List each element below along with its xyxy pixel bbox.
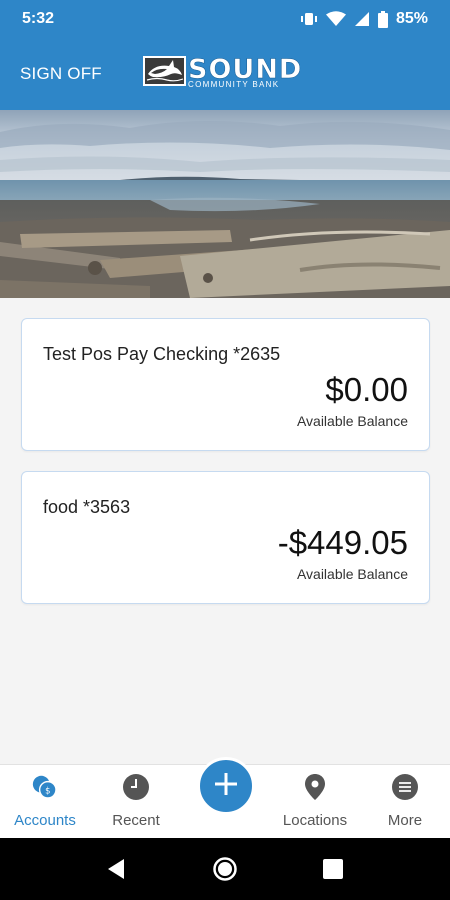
- orca-logo-icon: [143, 56, 186, 86]
- battery-percent: 85%: [395, 10, 428, 27]
- logo-word: SOUND: [188, 54, 303, 85]
- account-balance: $0.00: [325, 371, 408, 408]
- battery-icon: [377, 10, 388, 28]
- account-balance: -$449.05: [277, 524, 408, 561]
- clock-icon: [122, 773, 150, 801]
- system-nav-bar: [0, 838, 450, 900]
- location-pin-icon: [301, 773, 329, 801]
- logo-subtitle: COMMUNITY BANK: [188, 80, 280, 89]
- app-header: SIGN OFF SOUND COMMUNITY BANK: [0, 38, 450, 110]
- account-name: food *3563: [43, 497, 131, 517]
- signal-icon: [354, 11, 370, 27]
- add-button[interactable]: [197, 757, 255, 815]
- nav-recent[interactable]: Recent: [91, 765, 181, 839]
- nav-locations-label: Locations: [282, 812, 348, 829]
- status-bar: 5:32 85%: [0, 0, 450, 38]
- status-time: 5:32: [22, 10, 55, 27]
- account-card[interactable]: food *3563 -$449.05 Available Balance: [21, 471, 430, 604]
- vibrate-icon: [300, 12, 318, 26]
- nav-more-label: More: [387, 812, 423, 829]
- balance-label: Available Balance: [296, 413, 408, 429]
- plus-icon: [213, 771, 239, 802]
- status-icons: 85%: [300, 10, 428, 28]
- hero-beach-image: [0, 110, 450, 298]
- nav-more[interactable]: More: [360, 765, 450, 839]
- nav-locations[interactable]: Locations: [270, 765, 360, 839]
- menu-icon: [391, 773, 419, 801]
- back-icon[interactable]: [104, 856, 130, 882]
- overview-icon[interactable]: [320, 856, 346, 882]
- bank-logo: SOUND COMMUNITY BANK: [143, 56, 302, 89]
- accounts-list: Test Pos Pay Checking *2635 $0.00 Availa…: [21, 318, 430, 624]
- accounts-icon: $: [31, 773, 59, 801]
- nav-recent-label: Recent: [112, 812, 160, 829]
- nav-accounts-label: Accounts: [14, 812, 76, 829]
- nav-accounts[interactable]: $ Accounts: [0, 765, 90, 839]
- account-card[interactable]: Test Pos Pay Checking *2635 $0.00 Availa…: [21, 318, 430, 451]
- sign-off-button[interactable]: SIGN OFF: [20, 64, 102, 84]
- bottom-nav: $ Accounts Recent Locations More: [0, 757, 450, 839]
- home-icon[interactable]: [212, 856, 238, 882]
- wifi-icon: [325, 11, 346, 27]
- balance-label: Available Balance: [296, 566, 408, 582]
- svg-text:$: $: [45, 786, 50, 796]
- account-name: Test Pos Pay Checking *2635: [43, 344, 281, 364]
